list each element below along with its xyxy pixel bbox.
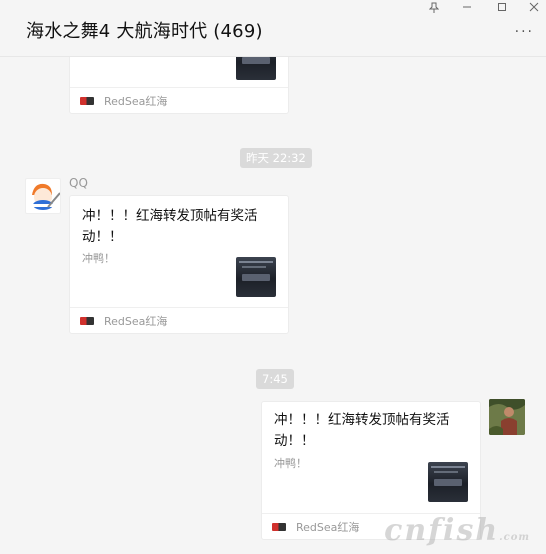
minimize-icon[interactable] <box>458 2 476 16</box>
card-source: RedSea红海 <box>104 314 168 328</box>
card-title-line-1: 冲！！！红海转发顶帖有奖活 <box>82 208 258 224</box>
timestamp: 昨天 22:32 <box>240 148 312 168</box>
card-footer: RedSea红海 <box>70 307 288 333</box>
watermark: cnfish.com <box>384 513 530 548</box>
card-source: RedSea红海 <box>296 520 360 534</box>
card-title-line-2: 动！！ <box>274 433 315 449</box>
card-title-line-2: 动！！ <box>82 229 123 245</box>
card-thumbnail <box>236 257 276 297</box>
card-description: 冲鸭！ <box>82 252 115 265</box>
card-description: 冲鸭！ <box>274 457 307 470</box>
redsea-logo-icon <box>80 316 94 325</box>
avatar[interactable] <box>489 399 525 435</box>
card-thumbnail <box>236 57 276 80</box>
card-footer: RedSea红海 <box>70 87 288 113</box>
more-options-icon[interactable]: ··· <box>515 24 534 40</box>
chat-area[interactable]: RedSea红海 昨天 22:32 QQ 冲！！！红海转发顶帖有奖活 动！！ 冲… <box>0 57 546 554</box>
pin-icon[interactable] <box>425 2 443 16</box>
chat-title: 海水之舞4 大航海时代 (469) <box>26 21 263 42</box>
title-bar: 海水之舞4 大航海时代 (469) ··· <box>0 0 546 57</box>
card-source: RedSea红海 <box>104 94 168 108</box>
redsea-logo-icon <box>80 96 94 105</box>
redsea-logo-icon <box>272 522 286 531</box>
card-thumbnail <box>428 462 468 502</box>
sender-name: QQ <box>69 176 88 190</box>
avatar[interactable] <box>25 178 61 214</box>
maximize-icon[interactable] <box>493 2 511 16</box>
timestamp: 7:45 <box>256 369 294 389</box>
close-icon[interactable] <box>525 2 543 16</box>
link-card[interactable]: 冲！！！红海转发顶帖有奖活 动！！ 冲鸭！ RedSea红海 <box>69 195 289 334</box>
card-title-line-1: 冲！！！红海转发顶帖有奖活 <box>274 412 450 428</box>
link-card[interactable]: RedSea红海 <box>69 57 289 114</box>
